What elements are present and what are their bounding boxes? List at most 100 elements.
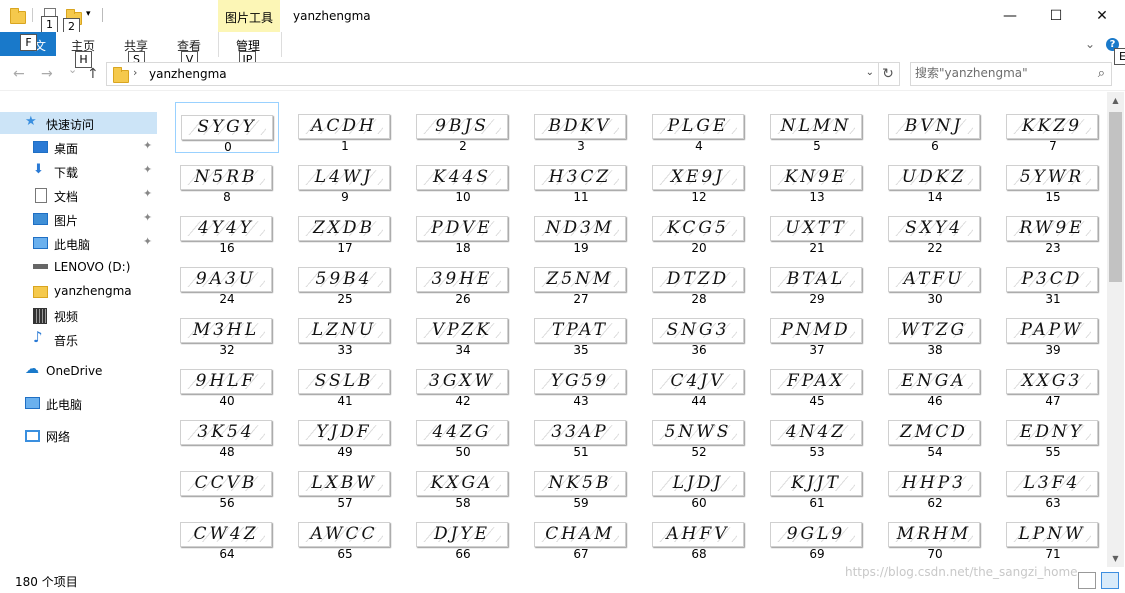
file-item[interactable]: EDNY 55 <box>1001 408 1105 459</box>
customize-quick-access-chevron-icon[interactable]: ▾ <box>86 9 91 19</box>
file-item[interactable]: 44ZG 50 <box>411 408 515 459</box>
file-item[interactable]: ND3M 19 <box>529 204 633 255</box>
file-item[interactable]: PAPW 39 <box>1001 306 1105 357</box>
vertical-scrollbar[interactable]: ▲ ▼ <box>1107 92 1124 567</box>
address-bar[interactable]: › yanzhengma ⌄ <box>106 62 879 86</box>
file-item[interactable]: AHFV 68 <box>647 510 751 561</box>
file-item[interactable]: BDKV 3 <box>529 102 633 153</box>
file-item[interactable]: AWCC 65 <box>293 510 397 561</box>
file-item[interactable]: TPAT 35 <box>529 306 633 357</box>
sidebar-item-6[interactable]: LENOVO (D:) <box>0 256 157 278</box>
address-history-chevron-icon[interactable]: ⌄ <box>866 67 874 78</box>
file-item[interactable]: UDKZ 14 <box>883 153 987 204</box>
breadcrumb-separator-icon[interactable]: › <box>133 66 137 79</box>
file-item[interactable]: SXY4 22 <box>883 204 987 255</box>
file-item[interactable]: 5YWR 15 <box>1001 153 1105 204</box>
forward-arrow-icon[interactable]: → <box>41 66 53 82</box>
up-arrow-icon[interactable]: ↑ <box>87 66 99 82</box>
quick-access-folder-icon[interactable] <box>10 8 26 24</box>
file-item[interactable]: P3CD 31 <box>1001 255 1105 306</box>
file-item[interactable]: 9BJS 2 <box>411 102 515 153</box>
file-item[interactable]: L4WJ 9 <box>293 153 397 204</box>
search-icon[interactable]: ⌕ <box>1098 66 1105 81</box>
file-item[interactable]: 33AP 51 <box>529 408 633 459</box>
close-button[interactable]: ✕ <box>1079 0 1125 32</box>
file-item[interactable]: ATFU 30 <box>883 255 987 306</box>
file-item[interactable]: KN9E 13 <box>765 153 869 204</box>
file-item[interactable]: SSLB 41 <box>293 357 397 408</box>
file-item[interactable]: KXGA 58 <box>411 459 515 510</box>
sidebar-item-0[interactable]: ★ 快速访问 <box>0 112 157 134</box>
file-item[interactable]: KCG5 20 <box>647 204 751 255</box>
file-item-partial[interactable] <box>175 561 279 565</box>
file-item[interactable]: FPAX 45 <box>765 357 869 408</box>
file-item[interactable]: Z5NM 27 <box>529 255 633 306</box>
file-item[interactable]: ZMCD 54 <box>883 408 987 459</box>
file-item[interactable]: DTZD 28 <box>647 255 751 306</box>
file-item[interactable]: RW9E 23 <box>1001 204 1105 255</box>
file-item[interactable]: XXG3 47 <box>1001 357 1105 408</box>
expand-ribbon-chevron-icon[interactable]: ⌄ <box>1085 37 1095 51</box>
maximize-button[interactable]: ☐ <box>1033 0 1079 32</box>
file-item[interactable]: NLMN 5 <box>765 102 869 153</box>
file-item[interactable]: 9HLF 40 <box>175 357 279 408</box>
file-item[interactable]: HHP3 62 <box>883 459 987 510</box>
file-item[interactable]: MRHM 70 <box>883 510 987 561</box>
scrollbar-thumb[interactable] <box>1109 112 1122 282</box>
file-item[interactable]: BVNJ 6 <box>883 102 987 153</box>
scroll-up-arrow-icon[interactable]: ▲ <box>1107 92 1124 109</box>
sidebar-item-3[interactable]: 文档 ✦ <box>0 184 157 206</box>
search-input[interactable] <box>915 65 1085 81</box>
file-item[interactable]: XE9J 12 <box>647 153 751 204</box>
file-item[interactable]: L3F4 63 <box>1001 459 1105 510</box>
details-view-icon[interactable] <box>1078 572 1096 589</box>
breadcrumb-path[interactable]: yanzhengma <box>149 67 227 81</box>
file-item[interactable]: WTZG 38 <box>883 306 987 357</box>
file-item[interactable]: LPNW 71 <box>1001 510 1105 561</box>
sidebar-item-11[interactable]: 此电脑 <box>0 392 157 414</box>
file-item[interactable]: ZXDB 17 <box>293 204 397 255</box>
file-item-partial[interactable] <box>293 561 397 565</box>
file-item[interactable]: M3HL 32 <box>175 306 279 357</box>
file-item[interactable]: SNG3 36 <box>647 306 751 357</box>
file-item[interactable]: H3CZ 11 <box>529 153 633 204</box>
file-item[interactable]: LXBW 57 <box>293 459 397 510</box>
file-item[interactable]: BTAL 29 <box>765 255 869 306</box>
file-item[interactable]: UXTT 21 <box>765 204 869 255</box>
file-item[interactable]: C4JV 44 <box>647 357 751 408</box>
file-item[interactable]: 59B4 25 <box>293 255 397 306</box>
file-item[interactable]: KJJT 61 <box>765 459 869 510</box>
scroll-down-arrow-icon[interactable]: ▼ <box>1107 550 1124 567</box>
sidebar-item-1[interactable]: 桌面 ✦ <box>0 136 157 158</box>
file-item[interactable]: CCVB 56 <box>175 459 279 510</box>
file-item-partial[interactable] <box>529 561 633 565</box>
file-item[interactable]: YG59 43 <box>529 357 633 408</box>
file-item[interactable]: N5RB 8 <box>175 153 279 204</box>
back-arrow-icon[interactable]: ← <box>13 66 25 82</box>
file-item[interactable]: SYGY 0 <box>175 102 279 154</box>
file-item[interactable]: DJYE 66 <box>411 510 515 561</box>
file-item[interactable]: CHAM 67 <box>529 510 633 561</box>
file-item[interactable]: 4N4Z 53 <box>765 408 869 459</box>
sidebar-item-4[interactable]: 图片 ✦ <box>0 208 157 230</box>
file-item[interactable]: 4Y4Y 16 <box>175 204 279 255</box>
file-item[interactable]: NK5B 59 <box>529 459 633 510</box>
sidebar-item-7[interactable]: yanzhengma <box>0 280 157 302</box>
sidebar-item-10[interactable]: ☁ OneDrive <box>0 360 157 382</box>
file-item[interactable]: LZNU 33 <box>293 306 397 357</box>
file-item[interactable]: PNMD 37 <box>765 306 869 357</box>
file-item[interactable]: VPZK 34 <box>411 306 515 357</box>
recent-locations-chevron-icon[interactable]: ⌄ <box>68 63 77 76</box>
file-item[interactable]: 39HE 26 <box>411 255 515 306</box>
file-item[interactable]: 3GXW 42 <box>411 357 515 408</box>
file-item[interactable]: PLGE 4 <box>647 102 751 153</box>
sidebar-item-2[interactable]: ⬇ 下载 ✦ <box>0 160 157 182</box>
file-item[interactable]: ENGA 46 <box>883 357 987 408</box>
minimize-button[interactable]: — <box>987 0 1033 32</box>
file-item[interactable]: CW4Z 64 <box>175 510 279 561</box>
file-item[interactable]: ACDH 1 <box>293 102 397 153</box>
file-item[interactable]: K44S 10 <box>411 153 515 204</box>
file-item[interactable]: LJDJ 60 <box>647 459 751 510</box>
file-item[interactable]: 5NWS 52 <box>647 408 751 459</box>
file-item-partial[interactable] <box>647 561 751 565</box>
